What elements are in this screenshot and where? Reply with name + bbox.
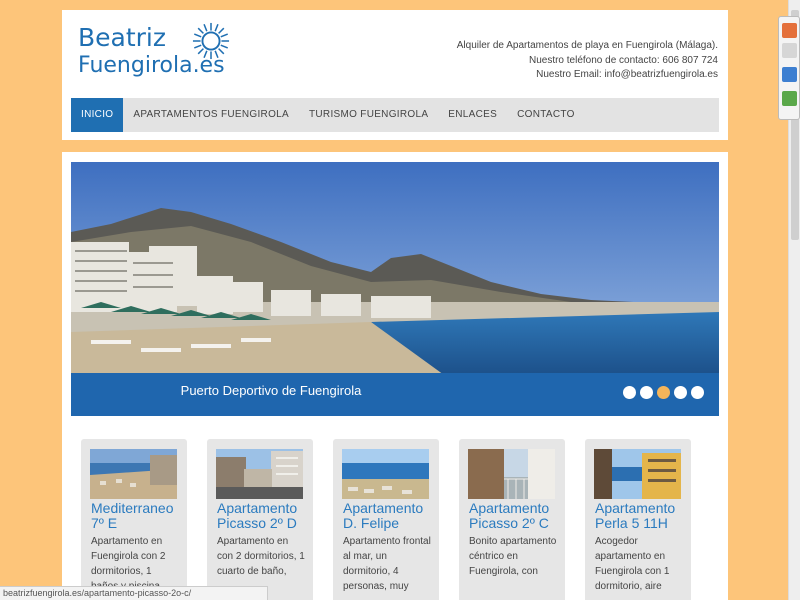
apartment-description: Apartamento en con 2 dormitorios, 1 cuar…: [217, 536, 305, 577]
apartment-thumbnail[interactable]: [342, 449, 429, 499]
nav-item-turismo[interactable]: TURISMO FUENGIROLA: [299, 98, 438, 132]
apartment-title[interactable]: Apartamento D. Felipe: [343, 501, 439, 531]
apartment-title[interactable]: Mediterraneo 7º E: [91, 501, 187, 531]
nav-item-contacto[interactable]: CONTACTO: [507, 98, 585, 132]
slider-dot[interactable]: [623, 386, 636, 399]
apartment-thumbnail[interactable]: [594, 449, 681, 499]
apartment-card[interactable]: Apartamento Perla 5 11H Acogedor apartam…: [585, 439, 691, 600]
slider-dot[interactable]: [640, 386, 653, 399]
apartment-thumbnail[interactable]: [90, 449, 177, 499]
apartment-description: Apartamento frontal al mar, un dormitori…: [343, 536, 431, 592]
apartment-card[interactable]: Apartamento Picasso 2º D Apartamento en …: [207, 439, 313, 600]
main-nav: INICIO APARTAMENTOS FUENGIROLA TURISMO F…: [71, 98, 719, 132]
image-slider[interactable]: Puerto Deportivo de Fuengirola: [71, 162, 719, 416]
slider-dot[interactable]: [674, 386, 687, 399]
apartment-title[interactable]: Apartamento Perla 5 11H: [595, 501, 691, 531]
slider-caption-bar: Puerto Deportivo de Fuengirola: [71, 373, 719, 416]
apartment-description: Apartamento en Fuengirola con 2 dormitor…: [91, 536, 166, 592]
globe-icon[interactable]: [782, 91, 797, 106]
nav-item-enlaces[interactable]: ENLACES: [438, 98, 507, 132]
apartment-thumbnail[interactable]: [468, 449, 555, 499]
apartment-description: Acogedor apartamento en Fuengirola con 1…: [595, 536, 670, 592]
slider-caption: Puerto Deportivo de Fuengirola: [180, 383, 362, 398]
slider-dot[interactable]: [691, 386, 704, 399]
apartment-title[interactable]: Apartamento Picasso 2º C: [469, 501, 565, 531]
sun-icon: [192, 22, 230, 60]
main-content: Puerto Deportivo de Fuengirola Mediterra…: [62, 152, 728, 600]
nav-item-inicio[interactable]: INICIO: [71, 98, 124, 132]
arrow-up-icon[interactable]: [782, 43, 797, 58]
status-bar-url: beatrizfuengirola.es/apartamento-picasso…: [0, 586, 268, 600]
side-toolbar: [778, 16, 800, 120]
arrow-left-icon[interactable]: [782, 23, 797, 38]
apartment-thumbnail[interactable]: [216, 449, 303, 499]
header: Beatriz Fuengirola.es Alquiler de Aparta…: [62, 10, 728, 140]
slider-dots: [623, 386, 704, 399]
apartment-description: Bonito apartamento céntrico en Fuengirol…: [469, 536, 557, 577]
contact-phone: Nuestro teléfono de contacto: 606 807 72…: [528, 54, 718, 66]
slider-dot-active[interactable]: [657, 386, 670, 399]
contact-info: Alquiler de Apartamentos de playa en Fue…: [457, 39, 718, 83]
apartment-card[interactable]: Apartamento D. Felipe Apartamento fronta…: [333, 439, 439, 600]
window-icon[interactable]: [782, 67, 797, 82]
nav-item-apartamentos[interactable]: APARTAMENTOS FUENGIROLA: [123, 98, 299, 132]
apartment-card[interactable]: Mediterraneo 7º E Apartamento en Fuengir…: [81, 439, 187, 600]
apartment-title[interactable]: Apartamento Picasso 2º D: [217, 501, 313, 531]
apartment-card[interactable]: Apartamento Picasso 2º C Bonito apartame…: [459, 439, 565, 600]
contact-email[interactable]: Nuestro Email: info@beatrizfuengirola.es: [457, 68, 718, 83]
contact-tagline: Alquiler de Apartamentos de playa en Fue…: [456, 40, 718, 51]
